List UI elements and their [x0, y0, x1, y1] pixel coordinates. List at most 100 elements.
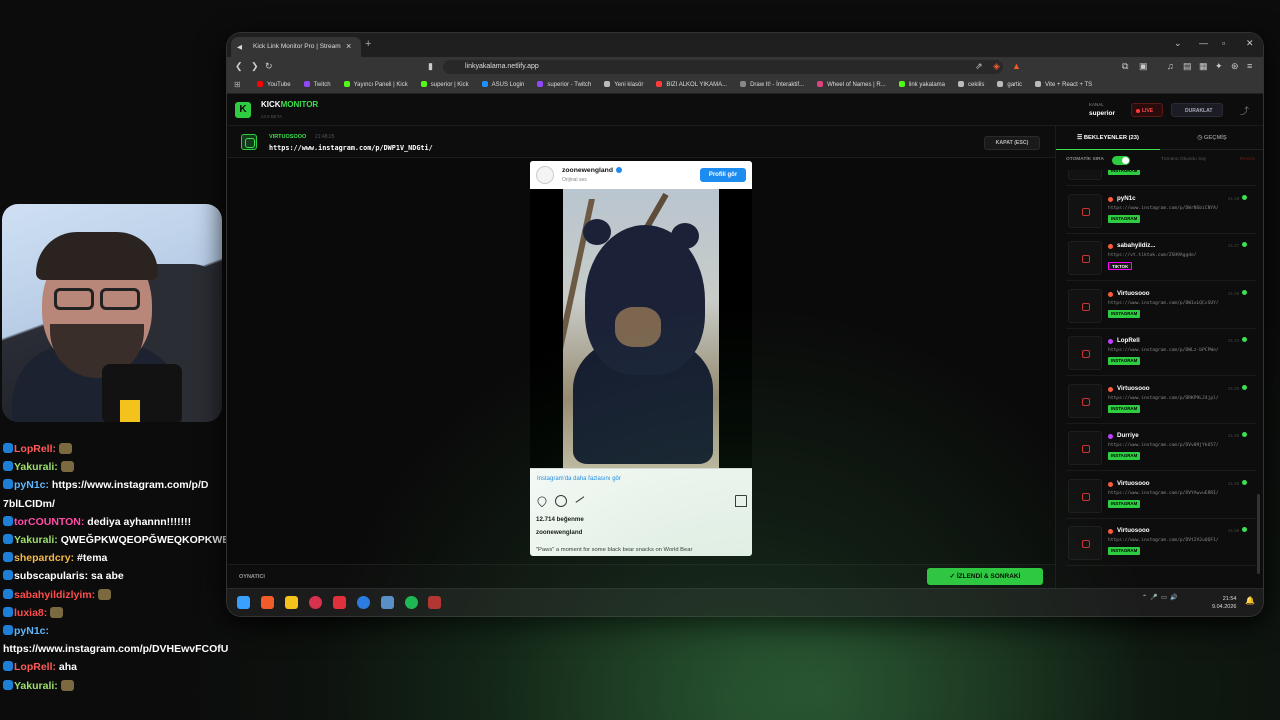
chat-username[interactable]: LopRell:: [14, 661, 56, 673]
music-icon[interactable]: ♫: [1167, 61, 1174, 71]
app-icon[interactable]: [333, 596, 346, 609]
thumbnail[interactable]: [1068, 383, 1102, 418]
queue-item[interactable]: https://www.instagram.com/p/DWXg1QKSY-0/…: [1066, 170, 1256, 186]
close-window-icon[interactable]: ✕: [1246, 38, 1254, 49]
thumbnail[interactable]: [1068, 431, 1102, 465]
heart-icon[interactable]: [535, 494, 549, 508]
mark-all-read-button[interactable]: Tümünü Okundu Say: [1161, 157, 1206, 162]
app-icon[interactable]: [357, 596, 370, 609]
thumbnail[interactable]: [1068, 170, 1102, 180]
share-icon[interactable]: [574, 495, 586, 507]
tab-search-icon[interactable]: ⌄: [1174, 38, 1182, 49]
clock[interactable]: 21:54 9.04.2026: [1212, 595, 1236, 611]
bookmark-item[interactable]: Draw It! - İnteraktif...: [740, 81, 804, 88]
sidebar-icon[interactable]: ▣: [1139, 61, 1148, 72]
queue-item[interactable]: LopRell 21:44 https://www.instagram.com/p/…: [1066, 332, 1256, 376]
bookmark-item[interactable]: Vite + React + TS: [1035, 81, 1092, 88]
queue-link[interactable]: https://www.instagram.com/p/DWLz-bPCPWe/: [1108, 348, 1219, 353]
share-icon[interactable]: ⇗: [975, 61, 983, 72]
video-player[interactable]: [530, 189, 752, 468]
queue-link[interactable]: https://www.instagram.com/p/DW1xLQCvSUY/: [1108, 301, 1219, 306]
chat-username[interactable]: shepardcry:: [14, 552, 74, 564]
system-tray[interactable]: ⌃ 🎤 ▭ 🔊: [1142, 594, 1178, 601]
reload-icon[interactable]: ↻: [265, 61, 273, 72]
thumbnail[interactable]: [1068, 478, 1102, 513]
bookmark-item[interactable]: BIZI ALKOL YIKAMA...: [656, 81, 727, 88]
bookmark-item[interactable]: ASUS Login: [482, 81, 525, 88]
bookmark-item[interactable]: Yayıncı Paneli | Kick: [344, 81, 408, 88]
scrollbar[interactable]: [1257, 494, 1260, 574]
new-tab-icon[interactable]: +: [365, 38, 371, 50]
view-profile-button[interactable]: Profili gör: [700, 168, 746, 182]
watched-next-button[interactable]: ✓ İZLENDİ & SONRAKİ: [927, 568, 1043, 585]
chat-username[interactable]: subscapularis:: [14, 570, 88, 582]
wallet-icon[interactable]: ✦: [1215, 61, 1223, 72]
queue-link[interactable]: https://www.instagram.com/p/DVv09jYkU57/: [1108, 443, 1219, 448]
embed-audio[interactable]: Orijinal ses: [562, 177, 587, 183]
view-more-link[interactable]: Instagram'da daha fazlasını gör: [537, 476, 621, 482]
thumbnail[interactable]: [1068, 526, 1102, 560]
chat-username[interactable]: LopRell:: [14, 443, 56, 455]
chat-username[interactable]: Yakurali:: [14, 461, 58, 473]
chat-username[interactable]: pyN1c:: [14, 479, 49, 491]
screenshot-icon[interactable]: ▦: [1199, 61, 1208, 72]
avatar[interactable]: [536, 166, 554, 184]
bookmark-item[interactable]: Wheel of Names | R...: [817, 81, 886, 88]
tab-active[interactable]: ◀ Kick Link Monitor Pro | Stream ×: [231, 37, 361, 57]
app-icon[interactable]: [428, 596, 441, 609]
bookmark-item[interactable]: YouTube: [257, 81, 291, 88]
apps-grid-icon[interactable]: ⊞: [234, 80, 241, 89]
back-icon[interactable]: ❮: [235, 61, 243, 72]
queue-item[interactable]: Virtuosooo 21:46 https://www.instagram.com…: [1066, 380, 1256, 424]
steam-icon[interactable]: [381, 596, 394, 609]
queue-item[interactable]: sabahyildiz... 21:47 https://vt.tiktok.com…: [1066, 237, 1256, 281]
queue-link[interactable]: https://vt.tiktok.com/ZSH9Aggde/: [1108, 253, 1197, 258]
chat-username[interactable]: sabahyildizlyim:: [14, 589, 95, 601]
save-icon[interactable]: [735, 495, 747, 507]
queue-item[interactable]: Virtuosooo 21:46 https://www.instagram.com…: [1066, 475, 1256, 519]
bookmark-icon[interactable]: ▮: [428, 61, 433, 72]
chat-username[interactable]: pyN1c:: [14, 625, 49, 637]
explorer-icon[interactable]: [285, 596, 298, 609]
spotify-icon[interactable]: [405, 596, 418, 609]
export-icon[interactable]: ⤴: [1240, 104, 1249, 117]
chat-username[interactable]: torCOUNTON:: [14, 516, 84, 528]
bookmark-item[interactable]: superior - Twitch: [537, 81, 591, 88]
bookmark-item[interactable]: Twitch: [304, 81, 331, 88]
minimize-icon[interactable]: —: [1199, 38, 1208, 48]
url-field[interactable]: linkyakalama.netlify.app: [443, 60, 1003, 74]
windows-start-icon[interactable]: [237, 596, 250, 609]
bookmark-item[interactable]: Yeni klasör: [604, 81, 643, 88]
vpn-icon[interactable]: ⊛: [1231, 61, 1239, 72]
forward-icon[interactable]: ❯: [251, 61, 259, 72]
thumbnail[interactable]: [1068, 336, 1102, 370]
bookmark-item[interactable]: link yakalama: [899, 81, 945, 88]
queue-item[interactable]: pyN1c 21:48 https://www.instagram.com/p/DW…: [1066, 190, 1256, 234]
queue-link[interactable]: https://www.instagram.com/p/DVYAwvuERRI/: [1108, 491, 1219, 496]
thumbnail[interactable]: [1068, 288, 1102, 323]
queue-item[interactable]: Virtuosooo 21:46 https://www.instagram.com…: [1066, 285, 1256, 329]
chat-username[interactable]: Yakurali:: [14, 680, 58, 692]
close-button[interactable]: KAPAT (ESC): [984, 136, 1040, 150]
thumbnail[interactable]: [1068, 241, 1102, 275]
current-link[interactable]: https://www.instagram.com/p/DWP1V_NDGti/: [269, 144, 433, 152]
queue-item[interactable]: Virtuosooo 21:46 https://www.instagram.com…: [1066, 522, 1256, 566]
brave-shield-icon[interactable]: ◈: [993, 61, 1000, 72]
queue-link[interactable]: https://www.instagram.com/p/DVt2V2uQQF1/: [1108, 538, 1219, 543]
chat-username[interactable]: Yakurali:: [14, 534, 58, 546]
chat-username[interactable]: luxia8:: [14, 607, 47, 619]
queue-link[interactable]: https://www.instagram.com/p/DWrNSbiCNYA/: [1108, 206, 1219, 211]
brave-rewards-icon[interactable]: ▲: [1012, 61, 1021, 71]
bookmark-item[interactable]: cekilis: [958, 81, 984, 88]
app-icon[interactable]: [309, 596, 322, 609]
auto-queue-toggle[interactable]: [1112, 156, 1130, 165]
clear-button[interactable]: Temizle: [1239, 157, 1255, 162]
caption-user[interactable]: zoonewengland: [536, 529, 582, 536]
comment-icon[interactable]: [555, 495, 567, 507]
reader-icon[interactable]: ▤: [1183, 61, 1192, 72]
thumbnail[interactable]: [1068, 193, 1102, 228]
pause-button[interactable]: DURAKLAT: [1171, 103, 1223, 117]
maximize-icon[interactable]: ▫: [1222, 38, 1225, 48]
bookmark-item[interactable]: superior | Kick: [421, 81, 469, 88]
embed-username[interactable]: zoonewengland: [562, 167, 622, 174]
